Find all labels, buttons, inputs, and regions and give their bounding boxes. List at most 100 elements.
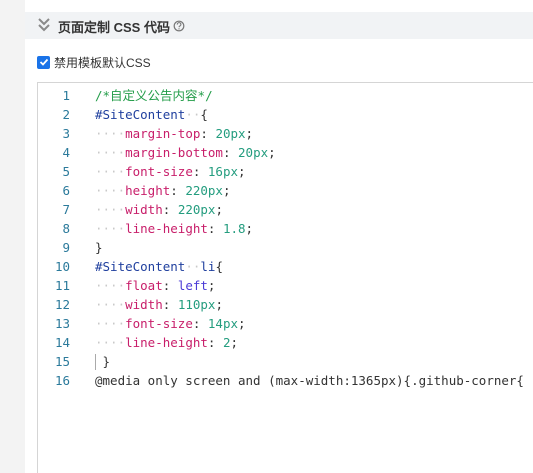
code-token: : <box>192 164 208 179</box>
code-token: float <box>125 278 163 293</box>
code-line[interactable]: 2 #SiteContent··{ <box>38 105 533 124</box>
code-token: font-size <box>125 316 193 331</box>
code-token: ···· <box>95 202 126 217</box>
code-token: #SiteContent <box>95 107 186 122</box>
code-line[interactable]: 14 ····line-height: 2; <box>38 333 533 352</box>
disable-default-css-checkbox[interactable] <box>37 55 50 69</box>
code-line[interactable]: 4 ····margin-bottom: 20px; <box>38 143 533 162</box>
code-text: #SiteContent··{ <box>95 105 208 124</box>
code-line[interactable]: 12 ····width: 110px; <box>38 295 533 314</box>
code-token: : <box>162 297 178 312</box>
code-text: ····line-height: 2; <box>95 333 238 352</box>
code-line[interactable]: 10 #SiteContent··li{ <box>38 257 533 276</box>
code-token: ; <box>222 183 231 198</box>
code-token: 110px <box>177 297 216 312</box>
code-token: margin-top <box>125 126 201 141</box>
code-token: 220px <box>177 202 216 217</box>
code-token: ···· <box>95 126 126 141</box>
code-text: ····height: 220px; <box>95 181 231 200</box>
code-text: ····width: 110px; <box>95 295 223 314</box>
disable-default-css-option[interactable]: 禁用模板默认CSS <box>37 54 151 70</box>
line-number: 7 <box>62 202 70 217</box>
code-token: ···· <box>95 335 126 350</box>
code-text: #SiteContent··li{ <box>95 257 223 276</box>
code-token: : <box>162 278 178 293</box>
line-number: 3 <box>62 126 70 141</box>
code-token: ···· <box>95 145 126 160</box>
code-line[interactable]: 11 ····float: left; <box>38 276 533 295</box>
line-number: 6 <box>62 183 70 198</box>
help-circle-icon[interactable] <box>173 20 185 32</box>
line-number: 8 <box>62 221 70 236</box>
code-token: @media only screen and (max-width:1365px… <box>95 373 524 388</box>
code-line[interactable]: 7 ····width: 220px; <box>38 200 533 219</box>
code-line[interactable]: 1 /*自定义公告内容*/ <box>38 86 533 105</box>
code-token: } <box>102 354 111 369</box>
code-token: 14px <box>207 316 239 331</box>
code-line[interactable]: 15 } <box>38 352 533 371</box>
code-token: margin-bottom <box>125 145 223 160</box>
code-token: : <box>200 126 216 141</box>
code-token: li <box>200 259 216 274</box>
line-number: 1 <box>62 88 70 103</box>
code-token: /*自定义公告内容*/ <box>95 88 213 103</box>
code-token: height <box>125 183 171 198</box>
code-token: ·· <box>185 259 201 274</box>
code-text: ····width: 220px; <box>95 200 223 219</box>
code-token: : <box>170 183 186 198</box>
code-token: ; <box>268 145 276 160</box>
code-token: ; <box>207 278 216 293</box>
code-token: ; <box>245 126 254 141</box>
code-token: : <box>222 145 239 160</box>
code-token: ···· <box>95 164 126 179</box>
code-text: /*自定义公告内容*/ <box>95 86 213 105</box>
code-token: ; <box>238 316 246 331</box>
code-token: { <box>200 107 208 122</box>
code-line[interactable]: 6 ····height: 220px; <box>38 181 533 200</box>
section-title: 页面定制 CSS 代码 <box>58 20 170 35</box>
code-line[interactable]: 9} <box>38 238 533 257</box>
code-token: 1.8 <box>222 221 246 236</box>
code-token: left <box>177 278 208 293</box>
code-token: ···· <box>95 183 126 198</box>
code-token: { <box>215 259 223 274</box>
line-number: 13 <box>54 316 70 331</box>
code-line[interactable]: 3 ····margin-top: 20px; <box>38 124 533 143</box>
code-token: ; <box>230 335 239 350</box>
code-text: ····line-height: 1.8; <box>95 219 253 238</box>
code-token: line-height <box>125 335 208 350</box>
code-line[interactable]: 5 ····font-size: 16px; <box>38 162 533 181</box>
code-token: : <box>162 202 178 217</box>
css-code-editor[interactable]: 1/*自定义公告内容*/2 #SiteContent··{3 ····margin-… <box>37 82 533 473</box>
code-token: ; <box>245 221 254 236</box>
line-number: 9 <box>62 240 70 255</box>
code-token: ; <box>215 297 223 312</box>
line-number: 5 <box>62 164 70 179</box>
code-line[interactable]: 13 ····font-size: 14px; <box>38 314 533 333</box>
code-text: ····float: left; <box>95 276 215 295</box>
code-line[interactable]: 16 @media only screen and (max-width:1365… <box>38 371 533 390</box>
code-token: ·· <box>185 107 201 122</box>
code-token: ; <box>215 202 223 217</box>
code-line[interactable]: 8 ····line-height: 1.8; <box>38 219 533 238</box>
code-token: } <box>95 240 103 255</box>
code-text: } <box>95 238 103 257</box>
line-number: 16 <box>54 373 70 388</box>
double-chevron-down-icon <box>38 18 50 32</box>
code-text: ····font-size: 16px; <box>95 162 246 181</box>
disable-default-css-label: 禁用模板默认CSS <box>54 55 151 70</box>
code-token: font-size <box>125 164 193 179</box>
code-token: ···· <box>95 278 126 293</box>
code-token: ···· <box>95 316 126 331</box>
code-text: @media only screen and (max-width:1365px… <box>95 371 524 390</box>
section-header[interactable]: 页面定制 CSS 代码 <box>25 12 533 39</box>
code-token: ···· <box>95 221 126 236</box>
code-token: 220px <box>185 183 223 198</box>
code-token: 20px <box>238 145 269 160</box>
line-number: 2 <box>62 107 70 122</box>
code-token: #SiteContent <box>95 259 186 274</box>
line-number: 15 <box>54 354 70 369</box>
line-number: 14 <box>54 335 70 350</box>
code-token: width <box>125 202 163 217</box>
